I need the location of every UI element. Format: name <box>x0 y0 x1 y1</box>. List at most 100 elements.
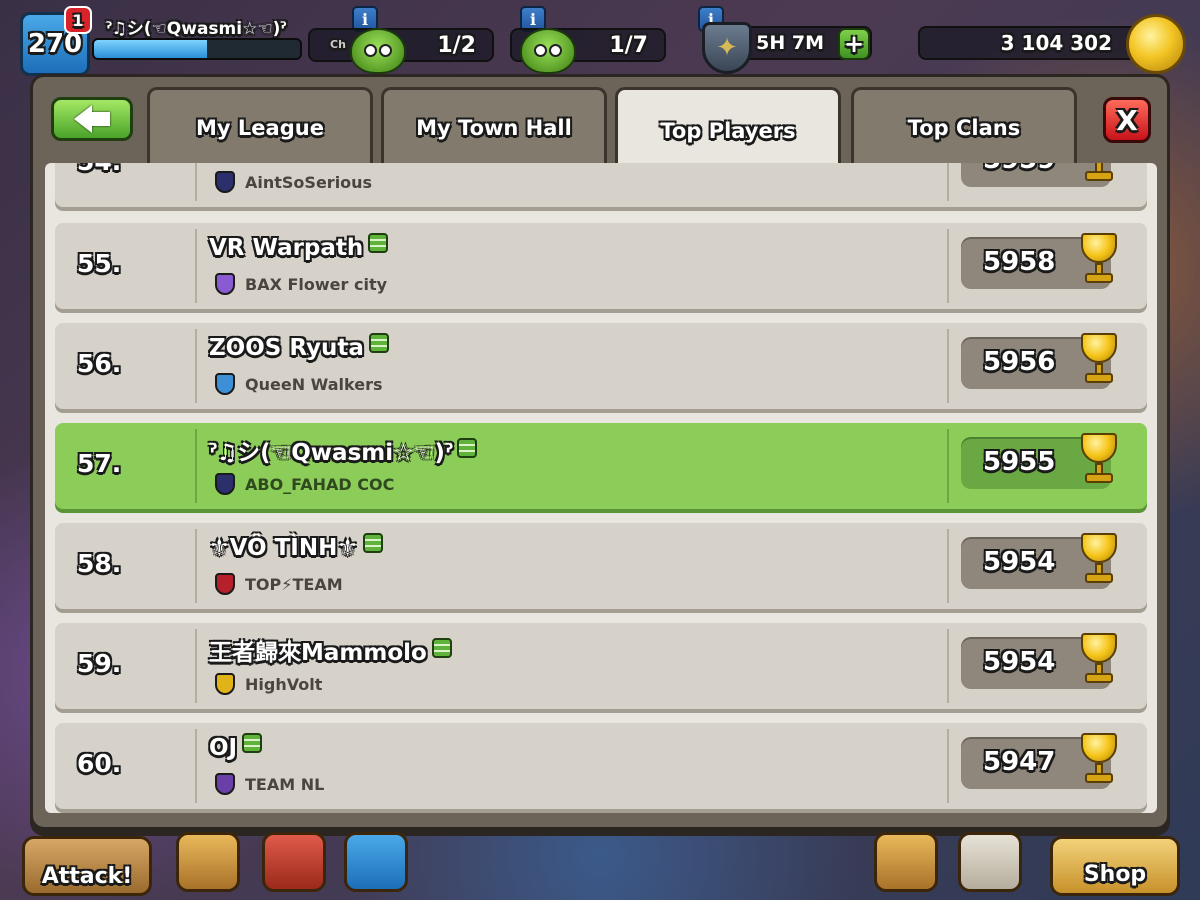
player-name: 王者歸來Mammolo <box>209 640 427 666</box>
close-button[interactable]: X <box>1103 97 1151 143</box>
layout-button[interactable] <box>958 832 1022 892</box>
info-label: i <box>361 9 369 29</box>
player-rank: 60. <box>77 749 122 778</box>
trophy-icon <box>1073 731 1125 789</box>
clan-name: QueeN Walkers <box>245 374 383 394</box>
player-name: ⚜VÔ TÌNH⚜ <box>209 535 358 561</box>
player-list[interactable]: 54. AintSoSerious 5959 55. VR Warpath BA… <box>45 163 1157 813</box>
clan-name: TEAM NL <box>245 774 325 794</box>
clan-info: QueeN Walkers <box>215 373 383 395</box>
back-button[interactable] <box>51 97 133 141</box>
divider <box>947 163 949 201</box>
list-item[interactable]: 60. OJ TEAM NL 5947 <box>55 723 1147 809</box>
profile-icon[interactable] <box>368 233 389 253</box>
list-item-current-player[interactable]: 57. ˀ♫シ(☜Qwasmi☆☜)ˀ ABO_FAHAD COC 5955 <box>55 423 1147 509</box>
trophy-icon <box>1073 431 1125 489</box>
tab-top-players[interactable]: Top Players <box>615 87 841 171</box>
info-label: i <box>529 9 537 29</box>
xp-progress-bar <box>92 38 302 60</box>
trophy-count: 5947 <box>983 747 1056 777</box>
shield-timer: 5H 7M <box>756 32 824 54</box>
trophy-count: 5954 <box>983 647 1056 677</box>
divider <box>947 629 949 703</box>
list-item[interactable]: 56. ZOOS Ryuta QueeN Walkers 5956 <box>55 323 1147 409</box>
divider <box>195 629 197 703</box>
list-item[interactable]: 54. AintSoSerious 5959 <box>55 163 1147 207</box>
divider <box>195 529 197 603</box>
goblin2-progress: 1/7 <box>609 32 648 58</box>
notification-count: 1 <box>72 10 84 30</box>
list-item[interactable]: 55. VR Warpath BAX Flower city 5958 <box>55 223 1147 309</box>
add-shield-button[interactable]: + <box>838 28 870 60</box>
player-name-line: ˀ♫シ(☜Qwasmi☆☜)ˀ <box>209 433 478 467</box>
tab-label: Top Players <box>660 118 796 143</box>
tab-label: My League <box>196 115 324 140</box>
notification-badge[interactable]: 1 <box>64 6 92 34</box>
profile-icon[interactable] <box>431 638 452 658</box>
list-item[interactable]: 58. ⚜VÔ TÌNH⚜ TOP⚡TEAM 5954 <box>55 523 1147 609</box>
trophy-icon <box>1073 331 1125 389</box>
clan-info: TOP⚡TEAM <box>215 573 343 595</box>
profile-icon[interactable] <box>457 438 478 458</box>
clan-badge-icon <box>215 473 235 495</box>
goblin1-progress: 1/2 <box>437 32 476 58</box>
trophy-icon <box>1073 163 1125 187</box>
profile-icon[interactable] <box>368 333 389 353</box>
gold-amount: 3 104 302 <box>1000 31 1112 55</box>
clan-info: ABO_FAHAD COC <box>215 473 394 495</box>
player-name-line: ZOOS Ryuta <box>209 333 389 361</box>
tab-top-clans[interactable]: Top Clans <box>851 87 1077 165</box>
clan-wars-button[interactable] <box>176 832 240 892</box>
clan-badge-icon <box>215 773 235 795</box>
player-name-line: 王者歸來Mammolo <box>209 633 452 667</box>
clan-info: AintSoSerious <box>215 171 372 193</box>
hud-player-name: ˀ♫シ(☜Qwasmi☆☜)ˀ <box>106 19 286 39</box>
leaderboard-panel: My League My Town Hall Top Players Top C… <box>30 74 1170 830</box>
clan-info: HighVolt <box>215 673 322 695</box>
divider <box>947 729 949 803</box>
divider <box>947 529 949 603</box>
alert-button[interactable] <box>262 832 326 892</box>
top-hud: 270 1 ˀ♫シ(☜Qwasmi☆☜)ˀ i Ch 1/2 i 1/7 i 5… <box>0 0 1200 78</box>
divider <box>947 329 949 403</box>
player-name: OJ <box>209 735 238 761</box>
attack-button[interactable]: Attack! <box>22 836 152 896</box>
player-name-line: OJ <box>209 733 263 761</box>
player-rank: 56. <box>77 349 122 378</box>
back-arrow-icon <box>74 105 110 133</box>
clan-name: HighVolt <box>245 674 323 694</box>
clan-info: TEAM NL <box>215 773 324 795</box>
gold-coin-icon <box>1126 14 1186 74</box>
tab-my-league[interactable]: My League <box>147 87 373 165</box>
player-name: ˀ♫シ(☜Qwasmi☆☜)ˀ <box>209 440 453 466</box>
trophy-count: 5956 <box>983 347 1056 377</box>
challenge-label: Ch <box>330 38 346 51</box>
divider <box>947 429 949 503</box>
player-rank: 55. <box>77 249 122 278</box>
tab-my-town-hall[interactable]: My Town Hall <box>381 87 607 165</box>
divider <box>947 229 949 303</box>
clan-name: AintSoSerious <box>245 172 373 192</box>
player-name: ZOOS Ryuta <box>209 335 364 361</box>
clan-badge-icon <box>215 273 235 295</box>
shop-label: Shop <box>1083 862 1147 887</box>
list-item[interactable]: 59. 王者歸來Mammolo HighVolt 5954 <box>55 623 1147 709</box>
profile-icon[interactable] <box>362 533 383 553</box>
divider <box>195 429 197 503</box>
builder-avatar-button[interactable] <box>344 832 408 892</box>
close-icon: X <box>1116 103 1138 137</box>
clan-badge-icon <box>215 573 235 595</box>
divider <box>195 329 197 403</box>
gold-box: 3 104 302 <box>918 26 1154 60</box>
clan-badge-icon <box>215 673 235 695</box>
trophy-icon <box>1073 531 1125 589</box>
player-rank: 54. <box>77 163 121 176</box>
profile-icon[interactable] <box>242 733 263 753</box>
attack-label: Attack! <box>41 864 133 889</box>
player-name-line: ⚜VÔ TÌNH⚜ <box>209 533 383 561</box>
trophy-count: 5954 <box>983 547 1056 577</box>
treasury-button[interactable] <box>874 832 938 892</box>
shop-button[interactable]: Shop <box>1050 836 1180 896</box>
goblin-icon <box>350 28 406 74</box>
trophy-icon <box>1073 631 1125 689</box>
